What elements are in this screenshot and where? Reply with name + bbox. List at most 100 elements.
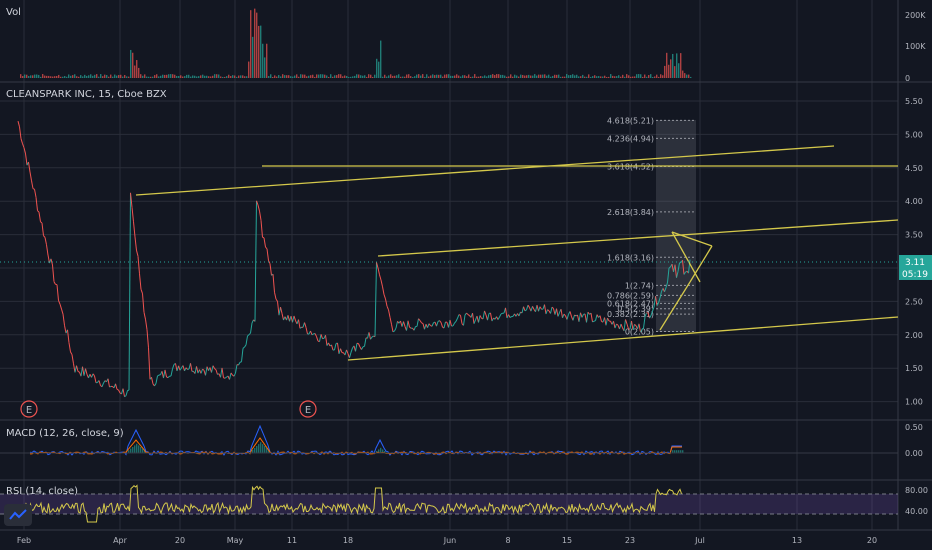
price-segment-335: [518, 311, 521, 317]
price-segment-275: [428, 323, 431, 326]
price-segment-236: [370, 336, 373, 340]
volume-bar-544: [544, 74, 546, 78]
volume-bar-476: [476, 76, 478, 78]
volume-bar-508: [508, 76, 510, 78]
volume-bar-340: [340, 74, 342, 78]
volume-bar-28: [28, 75, 30, 78]
price-segment-86: [145, 319, 148, 330]
price-segment-87: [146, 329, 149, 348]
price-segment-386: [595, 314, 598, 321]
price-segment-199: [314, 333, 317, 337]
price-segment-369: [569, 311, 572, 317]
price-segment-156: [250, 322, 253, 334]
price-segment-375: [578, 312, 581, 322]
earnings-marker-2[interactable]: E: [299, 400, 317, 418]
price-segment-243: [380, 279, 383, 287]
volume-bar-220: [220, 76, 222, 78]
volume-bar-312: [312, 74, 314, 78]
price-segment-406: [625, 319, 628, 325]
price-segment-172: [274, 292, 277, 300]
price-segment-101: [167, 375, 170, 378]
volume-bar-446: [446, 74, 448, 78]
svg-text:3.11: 3.11: [905, 258, 925, 268]
price-segment-328: [508, 314, 511, 318]
volume-bar-400: [400, 76, 402, 78]
price-segment-226: [355, 343, 358, 352]
volume-bar-618: [618, 75, 620, 78]
price-segment-169: [269, 263, 272, 276]
fib-label-1: 4.236(4.94): [607, 134, 654, 143]
macd-hist-130: [130, 448, 132, 453]
volume-bar-254: [254, 8, 256, 79]
fib-label-3: 2.618(3.84): [607, 208, 654, 217]
volume-bar-134: [134, 65, 136, 78]
volume-bar-272: [272, 76, 274, 78]
volume-bar-318: [318, 74, 320, 78]
price-segment-62: [109, 385, 112, 388]
volume-bar-232: [232, 75, 234, 78]
price-segment-193: [305, 327, 308, 335]
price-segment-216: [340, 348, 343, 353]
price-segment-237: [371, 335, 374, 338]
time-axis[interactable]: Feb Apr 20 May 11 18 Jun 8 15 23 Jul 13 20: [17, 536, 877, 545]
volume-bar-554: [554, 74, 556, 78]
volume-bar-174: [174, 74, 176, 78]
volume-bar-296: [296, 74, 298, 78]
volume-bar-534: [534, 74, 536, 78]
earnings-marker-1[interactable]: E: [20, 400, 38, 418]
volume-bar-570: [570, 75, 572, 78]
volume-bar-532: [532, 75, 534, 78]
price-segment-214: [337, 342, 340, 354]
volume-bar-568: [568, 75, 570, 78]
volume-bar-44: [44, 75, 46, 78]
price-tick-4: 3.50: [905, 231, 923, 240]
volume-bar-480: [480, 76, 482, 78]
tradingview-logo-icon[interactable]: [4, 504, 32, 526]
volume-bar-246: [246, 76, 248, 78]
price-segment-206: [325, 335, 328, 346]
volume-bar-442: [442, 76, 444, 78]
volume-bar-54: [54, 76, 56, 78]
volume-bar-348: [348, 76, 350, 78]
price-segment-120: [196, 366, 199, 374]
price-segment-304: [472, 313, 475, 324]
volume-bar-450: [450, 75, 452, 78]
price-series: [17, 121, 691, 398]
volume-bar-402: [402, 76, 404, 78]
macd-series: [0, 424, 898, 456]
price-segment-36: [70, 351, 73, 355]
price-segment-17: [41, 222, 44, 236]
price-segment-124: [202, 368, 205, 371]
volume-bar-440: [440, 74, 442, 78]
countdown-badge: 05:19: [899, 268, 932, 280]
price-segment-380: [586, 312, 589, 323]
price-segment-353: [545, 309, 548, 315]
volume-bar-316: [316, 74, 318, 78]
volume-bar-424: [424, 76, 426, 78]
volume-bar-588: [588, 74, 590, 78]
price-segment-200: [316, 336, 319, 342]
volume-bar-474: [474, 74, 476, 78]
volume-bar-42: [42, 74, 44, 78]
price-segment-94: [157, 374, 160, 377]
volume-bar-268: [268, 76, 270, 78]
fibonacci-zone[interactable]: [656, 120, 696, 332]
volume-bar-196: [196, 76, 198, 78]
price-segment-253: [395, 321, 398, 329]
price-segment-12: [34, 189, 37, 198]
volume-bar-688: [688, 74, 690, 78]
price-segment-371: [572, 314, 575, 321]
volume-bar-614: [614, 76, 616, 78]
volume-bar-72: [72, 75, 74, 78]
volume-bar-558: [558, 74, 560, 78]
trendlines[interactable]: [135, 145, 899, 361]
price-segment-24: [52, 264, 55, 282]
price-segment-356: [550, 307, 553, 314]
volume-bar-358: [358, 74, 360, 78]
stock-chart[interactable]: 4.618(5.21) 4.236(4.94) 3.618(4.52) 2.618(3…: [0, 0, 932, 550]
volume-bar-560: [560, 76, 562, 78]
price-segment-150: [241, 348, 244, 362]
price-segment-116: [190, 363, 193, 372]
volume-bar-98: [98, 76, 100, 78]
price-segment-161: [257, 204, 260, 212]
